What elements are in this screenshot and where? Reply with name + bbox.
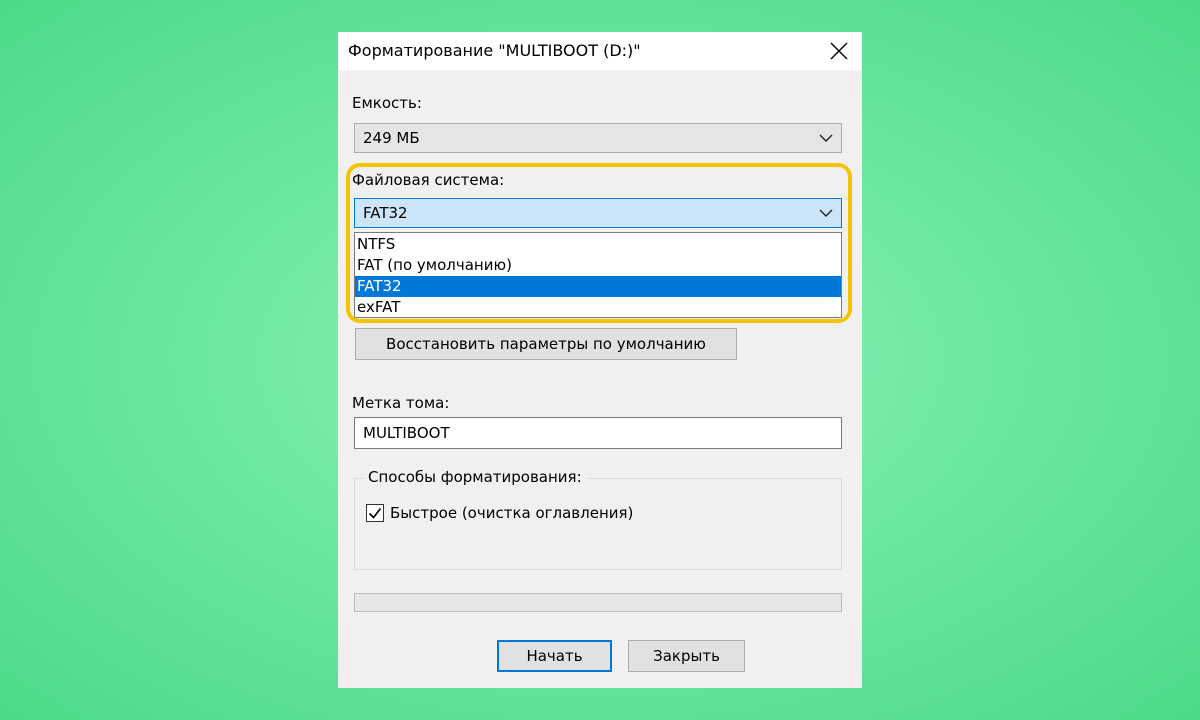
chevron-down-icon — [819, 134, 833, 142]
capacity-select[interactable]: 249 МБ — [354, 123, 842, 153]
capacity-value: 249 МБ — [363, 129, 420, 147]
quick-format-label: Быстрое (очистка оглавления) — [390, 504, 634, 522]
volume-label-input[interactable]: MULTIBOOT — [354, 417, 842, 449]
title-bar: Форматирование "MULTIBOOT (D:)" — [338, 32, 862, 70]
close-window-button[interactable] — [816, 32, 862, 70]
dialog-title: Форматирование "MULTIBOOT (D:)" — [348, 41, 641, 60]
format-progress-bar — [354, 593, 842, 612]
restore-defaults-button[interactable]: Восстановить параметры по умолчанию — [355, 328, 737, 360]
quick-format-checkbox[interactable] — [366, 504, 384, 522]
format-options-legend: Способы форматирования: — [364, 468, 586, 486]
volume-label-label: Метка тома: — [352, 394, 450, 412]
highlight-frame — [346, 163, 852, 323]
volume-label-value: MULTIBOOT — [363, 424, 450, 442]
capacity-label: Емкость: — [352, 94, 422, 112]
format-dialog: Форматирование "MULTIBOOT (D:)" Емкость:… — [338, 32, 862, 688]
checkmark-icon — [368, 508, 382, 519]
close-button[interactable]: Закрыть — [628, 640, 745, 672]
format-options-group — [354, 478, 842, 570]
start-button[interactable]: Начать — [497, 640, 612, 672]
close-icon — [830, 42, 848, 60]
